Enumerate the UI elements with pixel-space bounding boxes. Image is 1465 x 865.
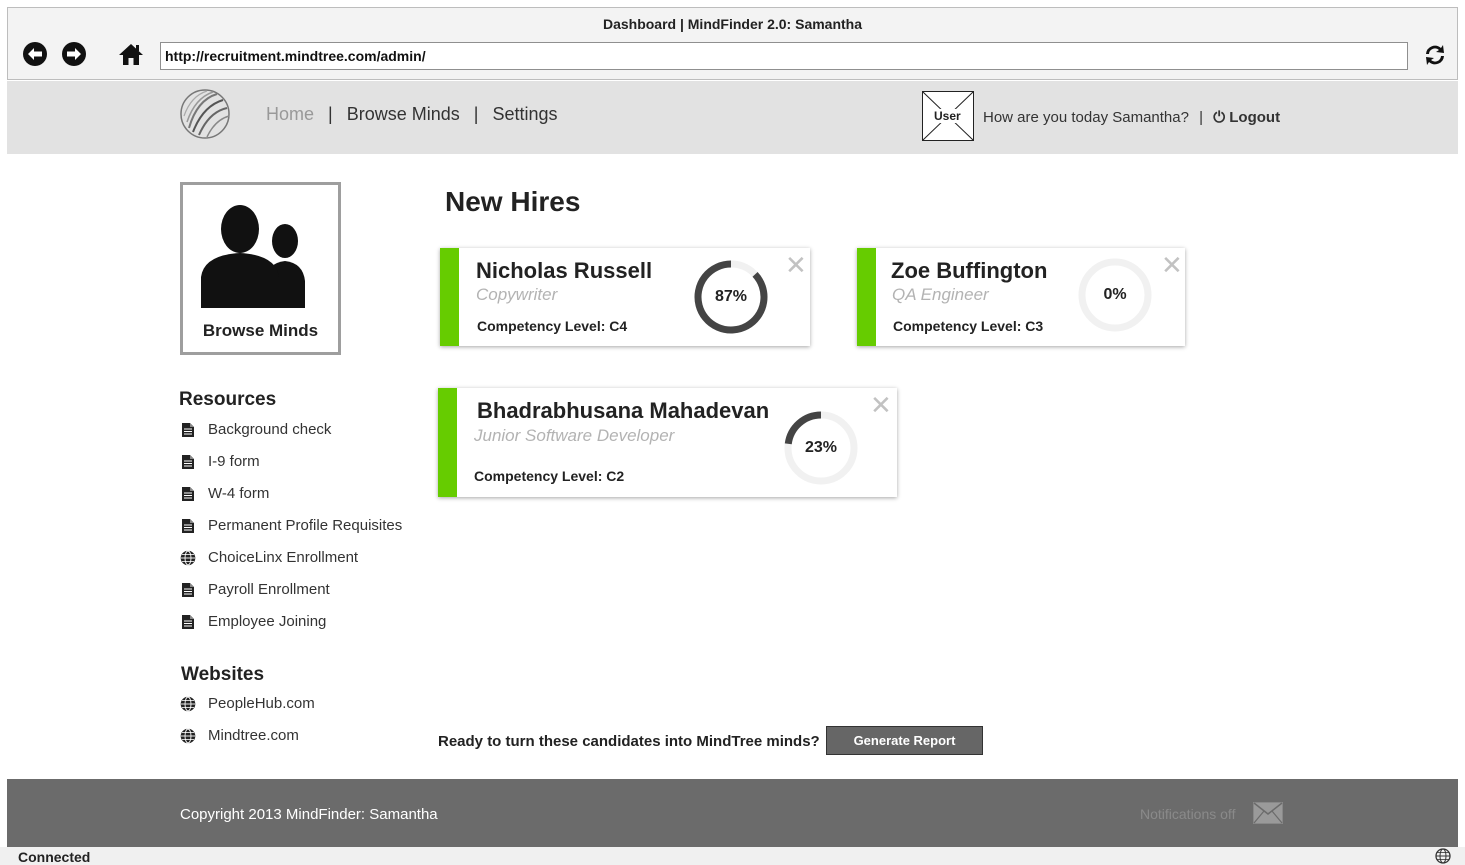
browser-status-bar: Connected xyxy=(0,847,1465,865)
document-icon xyxy=(182,582,194,597)
resource-link[interactable]: Permanent Profile Requisites xyxy=(180,517,402,534)
hire-name: Zoe Buffington xyxy=(891,258,1048,283)
document-icon xyxy=(182,454,194,469)
mail-icon[interactable] xyxy=(1253,802,1283,824)
browser-chrome: Dashboard | MindFinder 2.0: Samantha htt… xyxy=(7,7,1458,80)
copyright-text: Copyright 2013 MindFinder: Samantha xyxy=(180,806,438,823)
top-navigation: Home | Browse Minds | Settings xyxy=(266,104,557,125)
progress-gauge: 23% xyxy=(782,409,860,487)
resource-link-label: W-4 form xyxy=(208,485,270,502)
power-icon: ⏻ xyxy=(1213,109,1226,126)
resource-link-label: Permanent Profile Requisites xyxy=(208,517,403,534)
close-icon[interactable]: ✕ xyxy=(1161,252,1183,278)
resource-link[interactable]: I-9 form xyxy=(180,453,260,470)
resource-link[interactable]: W-4 form xyxy=(180,485,269,502)
browse-minds-card[interactable]: Browse Minds xyxy=(180,182,341,355)
app-header: Home | Browse Minds | Settings User How are … xyxy=(7,81,1458,154)
globe-icon xyxy=(180,696,196,711)
nav-browse-minds-link[interactable]: Browse Minds xyxy=(347,104,460,124)
close-icon[interactable]: ✕ xyxy=(785,252,807,278)
resource-link[interactable]: Employee Joining xyxy=(180,613,326,630)
url-input[interactable]: http://recruitment.mindtree.com/admin/ xyxy=(160,42,1408,70)
status-accent-bar xyxy=(438,388,457,497)
hire-name: Bhadrabhusana Mahadevan xyxy=(477,398,770,423)
forward-icon[interactable] xyxy=(61,41,87,67)
globe-icon xyxy=(180,550,196,565)
people-icon xyxy=(201,205,305,308)
home-icon[interactable] xyxy=(118,41,144,67)
progress-percent: 87% xyxy=(714,288,748,305)
page-title: New Hires xyxy=(445,186,581,217)
browse-minds-label: Browse Minds xyxy=(202,321,319,340)
hire-role: Junior Software Developer xyxy=(474,426,675,445)
document-icon xyxy=(182,422,194,437)
status-accent-bar xyxy=(857,248,876,346)
resource-link-label: I-9 form xyxy=(208,453,260,470)
resource-link-label: Employee Joining xyxy=(208,613,327,630)
resources-heading: Resources xyxy=(179,389,277,410)
document-icon xyxy=(182,486,194,501)
footer: Copyright 2013 MindFinder: Samantha Noti… xyxy=(7,779,1458,847)
resource-link[interactable]: ChoiceLinx Enrollment xyxy=(180,549,358,566)
resource-link[interactable]: Payroll Enrollment xyxy=(180,581,330,598)
hire-role: QA Engineer xyxy=(892,285,989,304)
greeting-separator: | xyxy=(1199,109,1204,126)
nav-separator: | xyxy=(473,104,479,124)
resource-link-label: PeopleHub.com xyxy=(208,695,315,712)
user-greeting-area: How are you today Samantha? | ⏻ Logout xyxy=(983,109,1280,126)
hire-competency-level: Competency Level: C4 xyxy=(477,318,628,334)
generate-report-button[interactable]: Generate Report xyxy=(826,726,983,755)
greeting-text: How are you today Samantha? xyxy=(983,109,1189,126)
resource-link[interactable]: Mindtree.com xyxy=(180,727,299,744)
hire-card[interactable]: Nicholas Russell Copywriter Competency L… xyxy=(440,248,810,346)
nav-separator: | xyxy=(328,104,333,124)
document-icon xyxy=(182,518,194,533)
refresh-icon[interactable] xyxy=(1422,42,1448,68)
globe-icon xyxy=(1435,848,1451,864)
user-avatar[interactable]: User xyxy=(922,91,974,141)
logout-link[interactable]: ⏻ Logout xyxy=(1213,109,1280,126)
nav-home-link[interactable]: Home xyxy=(266,104,314,124)
window-title: Dashboard | MindFinder 2.0: Samantha xyxy=(602,16,863,32)
mindfinder-logo-icon xyxy=(180,89,230,139)
progress-percent: 23% xyxy=(804,439,838,456)
resource-link-label: Payroll Enrollment xyxy=(208,581,330,598)
resource-link[interactable]: PeopleHub.com xyxy=(180,695,315,712)
hire-competency-level: Competency Level: C3 xyxy=(893,318,1044,334)
progress-gauge: 0% xyxy=(1076,256,1154,334)
status-accent-bar xyxy=(440,248,459,346)
hire-role: Copywriter xyxy=(476,285,558,304)
hire-card[interactable]: Bhadrabhusana Mahadevan Junior Software … xyxy=(438,388,897,497)
logout-label: Logout xyxy=(1229,109,1281,126)
resource-link[interactable]: Background check xyxy=(180,421,331,438)
globe-icon xyxy=(180,728,196,743)
notifications-status[interactable]: Notifications off xyxy=(1140,806,1235,822)
hire-name: Nicholas Russell xyxy=(476,258,653,283)
close-icon[interactable]: ✕ xyxy=(870,392,892,418)
resource-link-label: ChoiceLinx Enrollment xyxy=(208,549,359,566)
resource-link-label: Background check xyxy=(208,421,332,438)
avatar-label: User xyxy=(932,109,963,123)
websites-heading: Websites xyxy=(181,664,265,685)
hire-competency-level: Competency Level: C2 xyxy=(474,468,625,484)
document-icon xyxy=(182,614,194,629)
nav-settings-link[interactable]: Settings xyxy=(492,104,557,124)
progress-percent: 0% xyxy=(1103,286,1127,303)
hire-card[interactable]: Zoe Buffington QA Engineer Competency Le… xyxy=(857,248,1185,346)
connection-status: Connected xyxy=(18,849,91,865)
back-icon[interactable] xyxy=(22,41,48,67)
progress-gauge: 87% xyxy=(692,258,770,336)
resource-link-label: Mindtree.com xyxy=(208,727,299,744)
ready-prompt: Ready to turn these candidates into Mind… xyxy=(438,733,820,750)
